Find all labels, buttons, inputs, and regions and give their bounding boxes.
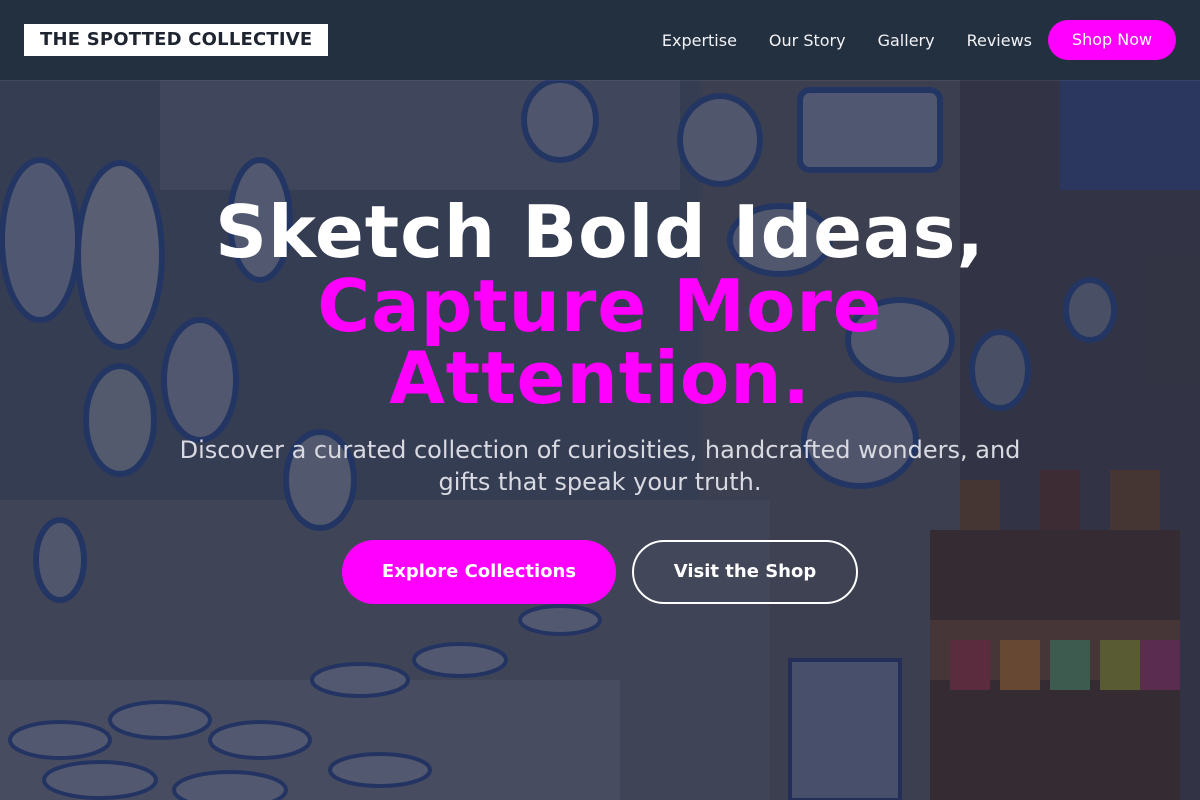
- hero-headline-line3: Attention.: [389, 336, 811, 420]
- navbar: THE SPOTTED COLLECTIVE Expertise Our Sto…: [0, 0, 1200, 80]
- brand-logo[interactable]: THE SPOTTED COLLECTIVE: [24, 24, 329, 56]
- visit-shop-button[interactable]: Visit the Shop: [632, 540, 858, 604]
- page: THE SPOTTED COLLECTIVE Expertise Our Sto…: [0, 0, 1200, 800]
- hero-section: Sketch Bold Ideas, Capture More Attentio…: [0, 80, 1200, 800]
- nav-link-gallery[interactable]: Gallery: [878, 31, 935, 50]
- nav-links: Expertise Our Story Gallery Reviews: [662, 0, 1032, 80]
- shop-now-button[interactable]: Shop Now: [1048, 20, 1176, 60]
- nav-link-our-story[interactable]: Our Story: [769, 31, 846, 50]
- hero-headline-line2: Capture More: [317, 264, 883, 348]
- nav-link-reviews[interactable]: Reviews: [967, 31, 1032, 50]
- hero-headline-line1: Sketch Bold Ideas,: [215, 190, 985, 274]
- explore-collections-button[interactable]: Explore Collections: [342, 540, 616, 604]
- hero-subtitle: Discover a curated collection of curiosi…: [179, 436, 1021, 496]
- nav-link-expertise[interactable]: Expertise: [662, 31, 737, 50]
